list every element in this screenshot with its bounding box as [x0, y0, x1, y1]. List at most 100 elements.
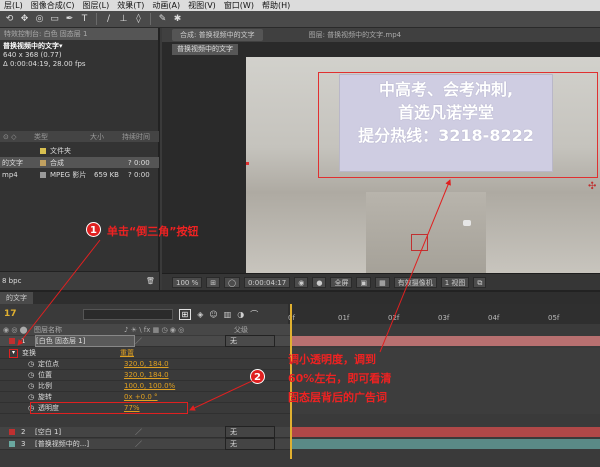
viewer-controls: 100 % ⊞ ◯ 0:00:04:17 ◉ ● 全屏 ▣ ▦ 有效摄像机 1 …: [162, 273, 600, 290]
pen-tool-icon[interactable]: ✒: [64, 14, 75, 25]
layer-name[interactable]: [白色 固态层 1]: [35, 335, 135, 347]
prop-name: 位置: [38, 371, 52, 379]
parent-dropdown[interactable]: 无: [225, 438, 275, 450]
brush-tool-icon[interactable]: ∕: [103, 14, 114, 25]
time-ruler[interactable]: 0f 01f 02f 03f 04f 05f: [288, 304, 600, 324]
tab-composition[interactable]: 合成: 普换视频中的文字: [172, 29, 263, 41]
layer-3-track[interactable]: [292, 439, 600, 449]
col-type[interactable]: 类型: [34, 132, 90, 142]
project-item-folder[interactable]: 文件夹: [0, 145, 159, 156]
draft-3d-icon[interactable]: ◈: [197, 310, 203, 319]
stopwatch-icon[interactable]: ◷: [28, 382, 38, 390]
menu-effect[interactable]: 效果(T): [113, 0, 148, 11]
orbit-tool-icon[interactable]: ⟲: [4, 14, 15, 25]
parent-dropdown[interactable]: 无: [225, 426, 275, 438]
layer-number: 3: [21, 440, 26, 448]
pixel-aspect-icon[interactable]: ⧉: [473, 276, 487, 288]
item-duration: ? 0:00: [128, 170, 150, 179]
layer-1-track[interactable]: [292, 336, 600, 346]
prop-position: ◷ 位置 320.0, 184.0: [0, 370, 290, 381]
snapshot-icon[interactable]: ◉: [294, 276, 309, 288]
layer-row-1[interactable]: 1 [白色 固态层 1] ／ 无: [0, 335, 290, 347]
parent-dropdown[interactable]: 无: [225, 335, 275, 347]
stopwatch-icon[interactable]: ◷: [28, 393, 38, 401]
layer-name[interactable]: [普换视频中的...]: [35, 439, 135, 449]
col-duration[interactable]: 持续时间: [122, 132, 150, 142]
menu-window[interactable]: 窗口(W): [220, 0, 258, 11]
prop-value[interactable]: 320.0, 184.0: [124, 360, 169, 368]
stopwatch-icon[interactable]: ◷: [28, 360, 38, 368]
trash-icon[interactable]: 🗑: [146, 272, 159, 291]
layer-row-3[interactable]: 3 [普换视频中的...] ／ 无: [0, 438, 290, 450]
shy-icon[interactable]: ☺: [209, 310, 217, 319]
effect-controls-tab[interactable]: 特效控制台: 白色 固态层 1: [0, 28, 158, 40]
menu-animation[interactable]: 动画(A): [148, 0, 184, 11]
transform-group[interactable]: ▾ 变换 重置: [0, 348, 290, 359]
twirl-down-icon[interactable]: ▾: [9, 348, 18, 358]
layer-row-2[interactable]: 2 [空白 1] ／ 无: [0, 426, 290, 438]
channel-icon[interactable]: ●: [312, 276, 327, 288]
project-item-footage[interactable]: mp4 MPEG 影片 659 KB ? 0:00: [0, 169, 159, 180]
anchor-point-icon: ✣: [588, 181, 597, 192]
col-layer-name[interactable]: 图层名称: [34, 325, 124, 335]
ruler-label: 02f: [388, 314, 400, 322]
reset-link[interactable]: 重置: [120, 348, 134, 358]
bpc-toggle[interactable]: 8 bpc: [2, 277, 21, 285]
view-layout-dropdown[interactable]: 1 视图: [440, 276, 470, 288]
layer-color: [9, 338, 15, 344]
prop-value[interactable]: 320.0, 184.0: [124, 371, 169, 379]
text-tool-icon[interactable]: T: [79, 14, 90, 25]
project-item-comp[interactable]: 的文字 合成 ? 0:00: [0, 157, 159, 168]
comp-name[interactable]: 普换视频中的文字▾: [3, 42, 155, 51]
layer-2-track[interactable]: [292, 427, 600, 437]
mask-icon[interactable]: ◯: [224, 276, 240, 288]
pan-behind-icon[interactable]: ◎: [34, 14, 45, 25]
menu-layer2[interactable]: 图层(L): [79, 0, 114, 11]
roto-brush-icon[interactable]: ✎: [157, 14, 168, 25]
motion-blur-icon[interactable]: ◑: [237, 310, 244, 319]
comp-mini-flowchart-icon[interactable]: ⊞: [178, 308, 192, 320]
grid-icon[interactable]: ⊞: [206, 276, 221, 288]
search-input[interactable]: [82, 308, 173, 320]
comp-size: 640 x 368 (0.77): [3, 51, 62, 59]
puppet-tool-icon[interactable]: ✱: [172, 14, 183, 25]
layer-name[interactable]: [空白 1]: [35, 427, 135, 437]
comp-subtab[interactable]: 普换视频中的文字: [172, 44, 238, 55]
project-footer: 8 bpc 🗑: [0, 271, 159, 290]
menu-layer[interactable]: 层(L): [0, 0, 27, 11]
menu-help[interactable]: 帮助(H): [258, 0, 294, 11]
col-parent[interactable]: 父级: [234, 325, 248, 335]
composition-panel: 合成: 普换视频中的文字 图层: 普换视频中的文字.mp4 普换视频中的文字 中…: [162, 28, 600, 290]
tab-layer[interactable]: 图层: 普换视频中的文字.mp4: [309, 30, 402, 40]
prop-scale: ◷ 比例 100.0, 100.0%: [0, 381, 290, 392]
frame-blend-icon[interactable]: ▥: [224, 310, 232, 319]
roi-icon[interactable]: ▣: [356, 276, 372, 288]
pan-tool-icon[interactable]: ✥: [19, 14, 30, 25]
prop-value[interactable]: 100.0, 100.0%: [124, 382, 175, 390]
comp-duration: Δ 0:00:04:19, 28.00 fps: [3, 60, 86, 68]
prop-value[interactable]: 0x +0.0 °: [124, 393, 158, 401]
viewer-tabs: 合成: 普换视频中的文字 图层: 普换视频中的文字.mp4: [162, 28, 600, 42]
camera-dropdown[interactable]: 有效摄像机: [393, 276, 437, 288]
ruler-label: 04f: [488, 314, 500, 322]
timeline-tab-bar: 的文字: [0, 292, 600, 304]
timeline-tab[interactable]: 的文字: [0, 292, 33, 304]
zoom-dropdown[interactable]: 100 %: [172, 276, 203, 288]
resolution-dropdown[interactable]: 全屏: [330, 276, 353, 288]
stopwatch-icon[interactable]: ◷: [28, 371, 38, 379]
timeline-timecode[interactable]: 17: [4, 309, 17, 319]
ruler-label: 03f: [438, 314, 450, 322]
label-color-swatch: [40, 159, 46, 166]
timecode-display[interactable]: 0:00:04:17: [243, 276, 291, 288]
comp-info: 普换视频中的文字▾ 640 x 368 (0.77) Δ 0:00:04:19,…: [0, 40, 158, 71]
item-type: MPEG 影片: [50, 170, 87, 179]
stamp-tool-icon[interactable]: ⊥: [118, 14, 129, 25]
graph-editor-icon[interactable]: ⌒: [250, 309, 258, 320]
transparency-grid-icon[interactable]: ▦: [375, 276, 390, 288]
opacity-highlight-box: [30, 402, 188, 414]
rectangle-tool-icon[interactable]: ▭: [49, 14, 60, 25]
col-size[interactable]: 大小: [90, 132, 122, 142]
eraser-tool-icon[interactable]: ◊: [133, 14, 144, 25]
menu-view[interactable]: 视图(V): [184, 0, 220, 11]
menu-composition[interactable]: 图像合成(C): [27, 0, 79, 11]
